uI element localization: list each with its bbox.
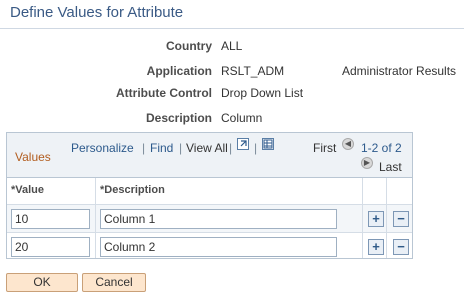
application-label: Application — [146, 64, 212, 78]
application-value: RSLT_ADM — [221, 64, 285, 78]
title-divider — [0, 28, 464, 29]
column-divider — [386, 178, 387, 258]
next-icon[interactable]: ▶ — [361, 157, 373, 169]
description-column-header: *Description — [96, 178, 363, 204]
find-link[interactable]: Find — [150, 141, 173, 155]
ok-button[interactable]: OK — [6, 273, 78, 292]
add-row-button[interactable]: + — [368, 239, 384, 255]
separator: | — [142, 141, 146, 155]
separator: | — [229, 141, 233, 155]
download-spreadsheet-icon[interactable] — [262, 138, 274, 150]
add-row-button[interactable]: + — [368, 211, 384, 227]
view-all-link[interactable]: View All — [186, 141, 228, 155]
separator: | — [179, 141, 183, 155]
values-grid: Values Personalize | Find | View All | |… — [6, 132, 413, 259]
delete-row-button[interactable]: − — [393, 239, 409, 255]
table-row: + − — [7, 204, 412, 232]
description-input[interactable] — [100, 209, 337, 229]
attribute-control-label: Attribute Control — [116, 86, 212, 100]
country-label: Country — [166, 39, 212, 53]
personalize-link[interactable]: Personalize — [71, 141, 134, 155]
description-label: Description — [145, 111, 212, 125]
value-column-header: *Value — [7, 178, 96, 204]
description-input[interactable] — [100, 237, 337, 257]
new-window-icon[interactable] — [237, 138, 249, 150]
country-value: ALL — [221, 39, 243, 53]
page-title: Define Values for Attribute — [10, 4, 184, 21]
attribute-control-value: Drop Down List — [221, 86, 304, 100]
last-label: Last — [379, 160, 402, 174]
grid-title: Values — [15, 150, 51, 164]
delete-column-header — [387, 178, 412, 204]
separator: | — [254, 141, 258, 155]
column-divider — [362, 178, 363, 258]
row-range: 1-2 of 2 — [361, 141, 402, 155]
value-input[interactable] — [11, 209, 90, 229]
value-input[interactable] — [11, 237, 90, 257]
delete-row-button[interactable]: − — [393, 211, 409, 227]
table-row: + − — [7, 232, 412, 260]
application-description: Administrator Results — [342, 64, 457, 78]
first-label: First — [313, 141, 337, 155]
cancel-button[interactable]: Cancel — [82, 273, 146, 292]
previous-icon[interactable]: ◀ — [342, 138, 354, 150]
description-value: Column — [221, 111, 263, 125]
grid-toolbar: Values Personalize | Find | View All | |… — [7, 133, 412, 178]
column-divider — [95, 178, 96, 258]
add-column-header — [363, 178, 387, 204]
